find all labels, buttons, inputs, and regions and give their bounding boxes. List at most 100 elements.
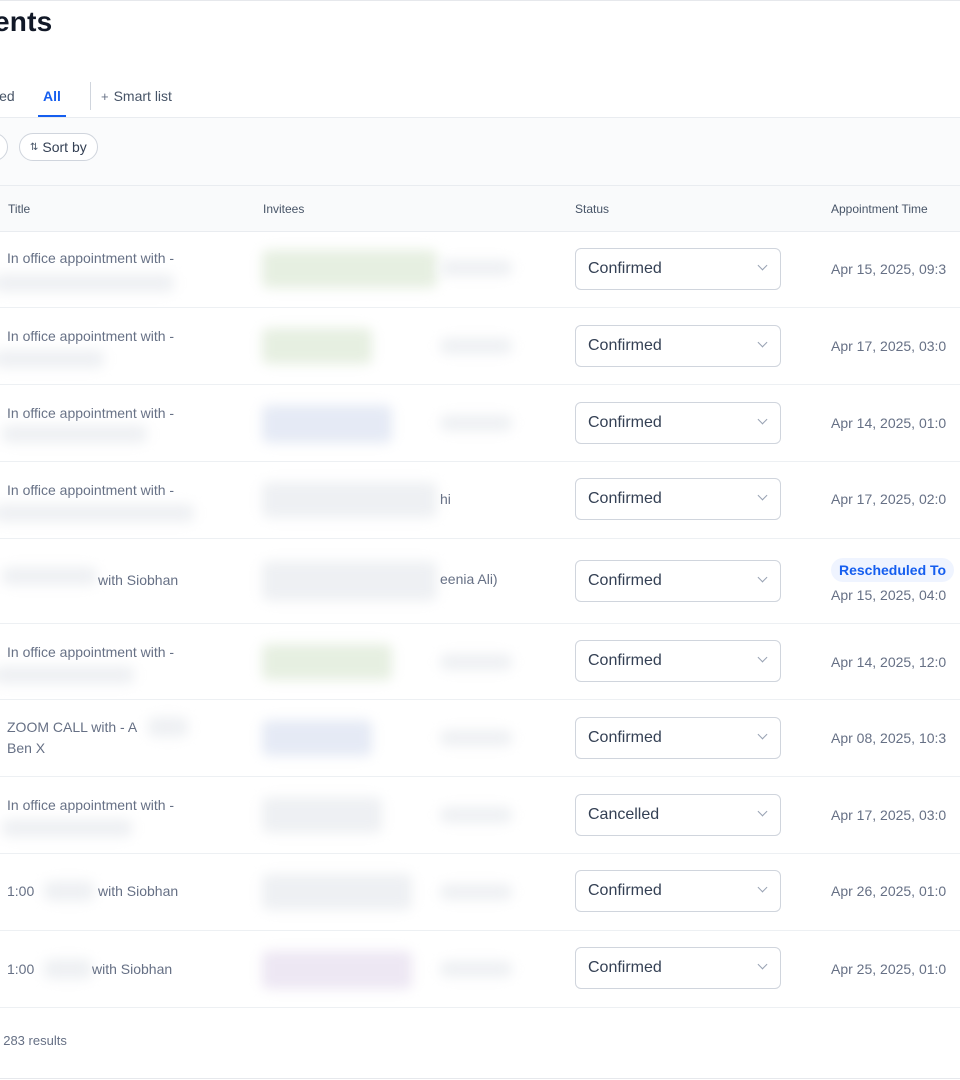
redacted-invitee: [440, 338, 512, 354]
table-row[interactable]: 1:00 with Siobhan Confirmed Apr 25, 2025…: [0, 931, 960, 1008]
status-value: Confirmed: [588, 729, 662, 746]
appointment-time: Apr 17, 2025, 03:0: [831, 338, 947, 354]
row-title[interactable]: In office appointment with -: [7, 480, 174, 501]
header-invitees[interactable]: Invitees: [263, 202, 304, 216]
bottom-divider: [0, 1078, 960, 1079]
redacted-invitee: [440, 260, 512, 276]
smart-list-label: Smart list: [113, 88, 172, 104]
status-value: Confirmed: [588, 882, 662, 899]
tab-all[interactable]: All: [43, 88, 61, 104]
table-row[interactable]: In office appointment with - Confirmed A…: [0, 385, 960, 462]
chevron-down-icon: [757, 572, 768, 583]
header-appointment-time[interactable]: Appointment Time: [831, 202, 928, 216]
row-title[interactable]: 1:00: [7, 959, 34, 980]
row-title[interactable]: with Siobhan: [98, 570, 178, 591]
row-title[interactable]: In office appointment with -: [7, 795, 174, 816]
results-count: f 283 results: [0, 1033, 67, 1048]
status-value: Confirmed: [588, 337, 662, 354]
row-title[interactable]: In office appointment with -: [7, 403, 174, 424]
status-select[interactable]: Confirmed: [575, 560, 781, 602]
table-row[interactable]: In office appointment with - Confirmed A…: [0, 308, 960, 385]
active-tab-indicator: [38, 115, 66, 117]
redacted-invitee: [262, 951, 412, 989]
plus-icon: +: [101, 89, 109, 104]
row-title-suffix: with Siobhan: [92, 961, 173, 977]
status-select[interactable]: Confirmed: [575, 947, 781, 989]
redacted-invitee: [440, 807, 512, 823]
appointment-time: Apr 15, 2025, 04:0: [831, 587, 947, 603]
appointment-time: Apr 17, 2025, 03:0: [831, 807, 947, 823]
status-value: Confirmed: [588, 414, 662, 431]
redacted-invitee: [262, 250, 437, 288]
status-select[interactable]: Confirmed: [575, 402, 781, 444]
redacted-title: [148, 717, 188, 737]
invitee-name-fragment: eenia Ali): [440, 571, 498, 587]
redacted-title: [0, 274, 174, 292]
status-value: Confirmed: [588, 490, 662, 507]
table-row[interactable]: In office appointment with - Confirmed A…: [0, 232, 960, 308]
status-value: Confirmed: [588, 260, 662, 277]
chevron-down-icon: [757, 414, 768, 425]
filter-button[interactable]: [0, 133, 8, 161]
status-value: Confirmed: [588, 572, 662, 589]
status-select[interactable]: Confirmed: [575, 640, 781, 682]
header-title[interactable]: Title: [8, 202, 30, 216]
status-select[interactable]: Cancelled: [575, 794, 781, 836]
status-select[interactable]: Confirmed: [575, 325, 781, 367]
status-value: Confirmed: [588, 959, 662, 976]
table-row[interactable]: In office appointment with - Cancelled A…: [0, 777, 960, 854]
table-row[interactable]: In office appointment with - hi Confirme…: [0, 462, 960, 539]
status-value: Cancelled: [588, 806, 660, 823]
row-title[interactable]: In office appointment with -: [7, 248, 174, 269]
chevron-down-icon: [757, 260, 768, 271]
redacted-title: [2, 819, 132, 837]
redacted-invitee: [262, 405, 392, 443]
appointment-time: Apr 14, 2025, 12:0: [831, 654, 947, 670]
top-divider: [0, 0, 960, 1]
table-row[interactable]: 1:00 with Siobhan Confirmed Apr 26, 2025…: [0, 854, 960, 931]
status-value: Confirmed: [588, 652, 662, 669]
toolbar: ⇅ Sort by: [0, 118, 960, 186]
status-select[interactable]: Confirmed: [575, 478, 781, 520]
table-row[interactable]: In office appointment with - Confirmed A…: [0, 624, 960, 700]
redacted-invitee: [262, 874, 412, 910]
chevron-down-icon: [757, 959, 768, 970]
redacted-title: [2, 567, 97, 585]
status-select[interactable]: Confirmed: [575, 248, 781, 290]
redacted-title: [2, 425, 147, 443]
row-title[interactable]: In office appointment with -: [7, 642, 174, 663]
redacted-invitee: [262, 561, 437, 601]
tab-divider: [90, 82, 91, 110]
tab-bar: led All + Smart list: [0, 78, 960, 118]
appointment-time: Apr 15, 2025, 09:3: [831, 261, 947, 277]
status-select[interactable]: Confirmed: [575, 870, 781, 912]
appointment-time: Apr 26, 2025, 01:0: [831, 883, 947, 899]
redacted-invitee: [262, 482, 437, 518]
chevron-down-icon: [757, 729, 768, 740]
row-title-suffix: with Siobhan: [98, 883, 179, 899]
row-title[interactable]: ZOOM CALL with - A: [7, 717, 137, 738]
table-row[interactable]: with Siobhan eenia Ali) Confirmed Resche…: [0, 539, 960, 624]
appointment-time: Apr 08, 2025, 10:3: [831, 730, 947, 746]
smart-list-button[interactable]: + Smart list: [101, 88, 172, 104]
chevron-down-icon: [757, 652, 768, 663]
sort-button[interactable]: ⇅ Sort by: [19, 133, 98, 161]
status-select[interactable]: Confirmed: [575, 717, 781, 759]
redacted-invitee: [440, 961, 512, 977]
row-title[interactable]: In office appointment with -: [7, 326, 174, 347]
redacted-invitee: [262, 720, 372, 756]
chevron-down-icon: [757, 490, 768, 501]
redacted-invitee: [262, 644, 392, 680]
chevron-down-icon: [757, 806, 768, 817]
tab-partial[interactable]: led: [0, 88, 15, 104]
header-status[interactable]: Status: [575, 202, 609, 216]
redacted-title: [44, 881, 94, 901]
sort-label: Sort by: [42, 139, 87, 155]
redacted-invitee: [262, 797, 382, 833]
sort-icon: ⇅: [30, 141, 38, 153]
page-title: ents: [0, 6, 53, 37]
redacted-title: [0, 666, 134, 684]
redacted-invitee: [262, 328, 372, 364]
table-row[interactable]: ZOOM CALL with - A Ben X Confirmed Apr 0…: [0, 700, 960, 777]
row-title[interactable]: 1:00: [7, 881, 34, 902]
